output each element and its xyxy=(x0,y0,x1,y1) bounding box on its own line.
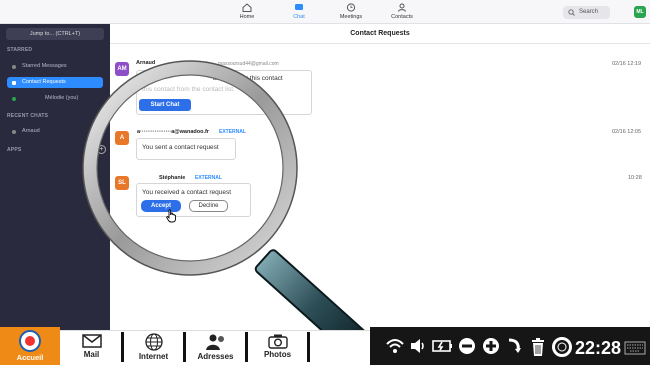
avatar: A xyxy=(115,131,129,145)
tab-contacts[interactable]: Contacts xyxy=(377,3,427,20)
hand-cursor-icon xyxy=(166,209,176,223)
tab-meetings[interactable]: Meetings xyxy=(326,3,376,20)
search-icon xyxy=(568,9,575,16)
card-text: this contact from the contact list. xyxy=(142,86,235,93)
screen: Home Chat Meetings Contacts Search ML Ju… xyxy=(0,0,650,365)
card-text: Your xyxy=(142,75,156,82)
mail-app-button[interactable]: Mail xyxy=(64,333,119,359)
sidebar-item-starred-messages[interactable]: Starred Messages xyxy=(7,61,103,72)
sidebar-item-self[interactable]: Mélodie (you) xyxy=(7,93,103,104)
taskbar-divider xyxy=(183,332,186,362)
volume-icon[interactable] xyxy=(409,337,427,355)
sidebar: Jump to... (CTRL+T) STARRED Starred Mess… xyxy=(0,24,110,330)
card-text: You received a contact request xyxy=(142,189,232,196)
mail-label: Mail xyxy=(83,350,100,359)
starred-heading: STARRED xyxy=(7,47,33,53)
message-date: 02/16 12:19 xyxy=(612,61,642,67)
page-title: Contact Requests xyxy=(110,24,650,44)
start-chat-button[interactable]: Start Chat xyxy=(139,99,191,111)
star-icon xyxy=(12,65,16,69)
presence-dot-icon xyxy=(12,130,16,134)
internet-app-button[interactable]: Internet xyxy=(126,333,181,361)
sidebar-item-label: Contact Requests xyxy=(22,79,66,85)
sidebar-item-label: Mélodie (you) xyxy=(45,95,79,101)
search-input[interactable]: Search xyxy=(563,6,610,19)
camera-icon xyxy=(267,334,288,349)
internet-label: Internet xyxy=(138,352,169,361)
recent-chats-heading: RECENT CHATS xyxy=(7,113,49,119)
message-date: 02/16 12:05 xyxy=(612,129,642,135)
taskbar-divider xyxy=(245,332,248,362)
home-logo-icon xyxy=(19,330,41,352)
sidebar-item-contact-requests[interactable]: Contact Requests xyxy=(7,77,103,88)
sidebar-item-label: Arnaud xyxy=(22,128,40,134)
request-card: You sent a contact request xyxy=(136,138,236,160)
lifebuoy-help-icon[interactable] xyxy=(552,337,572,357)
globe-icon xyxy=(144,333,163,351)
back-arrow-icon[interactable] xyxy=(506,337,522,355)
sender-name: Arnaud xyxy=(136,60,156,66)
sidebar-item-label: Starred Messages xyxy=(22,63,67,69)
photos-app-button[interactable]: Photos xyxy=(250,333,305,359)
mail-icon xyxy=(81,334,102,348)
home-icon xyxy=(242,3,252,12)
keyboard-icon[interactable] xyxy=(624,341,646,355)
card-text: accepted by this contact xyxy=(213,75,283,82)
chat-icon xyxy=(295,4,303,10)
wifi-icon[interactable] xyxy=(385,337,405,355)
external-badge: EXTERNAL xyxy=(182,61,209,67)
sidebar-item-arnaud[interactable]: Arnaud xyxy=(7,126,103,137)
sender-name: Stéphanie xyxy=(159,175,186,181)
person-icon xyxy=(398,3,406,12)
search-placeholder: Search xyxy=(579,9,599,15)
clock: 22:28 xyxy=(575,338,622,358)
avatar: SL xyxy=(115,176,129,190)
tab-home-label: Home xyxy=(239,14,255,20)
add-chat-icon[interactable]: + xyxy=(97,111,106,120)
sender-email: massoursud44@gmail.com xyxy=(218,61,279,67)
tab-home[interactable]: Home xyxy=(222,3,272,20)
external-badge: EXTERNAL xyxy=(195,175,222,181)
contacts-people-icon xyxy=(205,334,224,350)
battery-charging-icon[interactable] xyxy=(432,337,454,355)
presence-dot-icon xyxy=(12,97,16,101)
addresses-app-button[interactable]: Adresses xyxy=(188,333,243,361)
clock-icon xyxy=(346,3,356,12)
top-navigation-bar: Home Chat Meetings Contacts Search ML xyxy=(0,0,650,24)
tab-meetings-label: Meetings xyxy=(339,14,363,20)
taskbar-divider xyxy=(307,332,310,362)
contact-request-icon xyxy=(12,81,16,85)
addresses-label: Adresses xyxy=(197,352,234,361)
apps-heading: APPS xyxy=(7,147,22,153)
tab-chat[interactable]: Chat xyxy=(274,3,324,20)
trash-icon[interactable] xyxy=(530,337,546,357)
add-app-icon[interactable]: + xyxy=(97,145,106,154)
tab-contacts-label: Contacts xyxy=(391,14,413,20)
external-badge: EXTERNAL xyxy=(219,129,246,135)
home-label: Accueil xyxy=(16,353,44,362)
card-text: You sent a contact request xyxy=(142,144,219,151)
avatar: AM xyxy=(115,62,129,76)
zoom-in-icon[interactable] xyxy=(482,337,500,355)
jump-to-button[interactable]: Jump to... (CTRL+T) xyxy=(6,28,104,40)
taskbar-divider xyxy=(121,332,124,362)
decline-button[interactable]: Decline xyxy=(189,200,228,212)
zoom-out-icon[interactable] xyxy=(458,337,476,355)
sender-name: a·················a@wanadoo.fr xyxy=(137,129,209,135)
photos-label: Photos xyxy=(263,350,292,359)
message-date: 10:28 xyxy=(628,175,642,181)
user-avatar[interactable]: ML xyxy=(634,6,646,18)
tab-chat-label: Chat xyxy=(293,14,305,20)
